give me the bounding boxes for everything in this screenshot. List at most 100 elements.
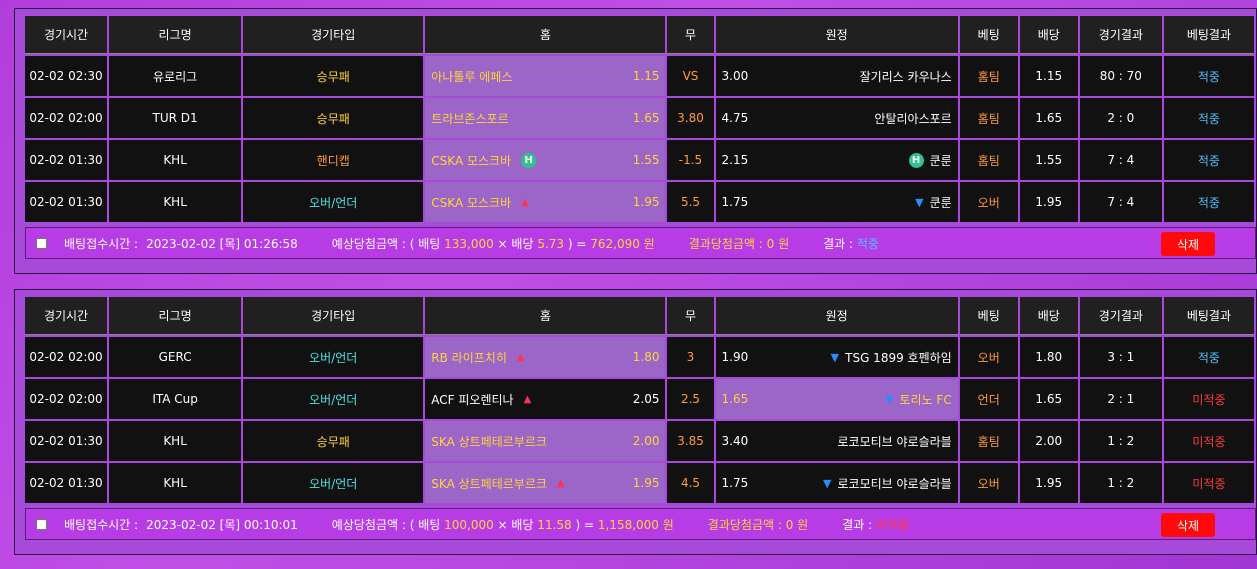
away-team-label: 쿤룬: [929, 153, 952, 168]
result-label: 결과 :: [842, 517, 876, 532]
bets-table: 경기시간 리그명 경기타입 홈 무 원정 베팅 배당 경기결과 베팅결과 02-02 02:30 유로…: [23, 14, 1256, 224]
select-checkbox[interactable]: [36, 518, 47, 530]
bet-result: 미적중: [1163, 421, 1254, 461]
bet-result: 적중: [1163, 182, 1254, 222]
bet-time: 배팅접수시간 : 2023-02-02 [목] 01:26:58: [64, 235, 298, 252]
win-amount: 결과당첨금액 : 0 원: [708, 516, 808, 533]
league-name: KHL: [109, 463, 242, 503]
select-checkbox[interactable]: [36, 237, 47, 249]
bet-time-value: 2023-02-02 [목] 01:26:58: [146, 236, 298, 251]
multiply-label: × 배당: [493, 517, 538, 532]
match-type: 오버/언더: [243, 182, 424, 222]
home-team-name: 아나톨루 에페스: [431, 68, 512, 85]
away-team-cell[interactable]: 3.00 잘기리스 카우나스: [715, 56, 958, 96]
away-team-cell[interactable]: 4.75 안탈리아스포르: [715, 98, 958, 138]
away-odds: 1.75: [721, 195, 749, 209]
expected-payout: 예상당첨금액 : ( 배팅 133,000 × 배당 5.73 ) = 762,…: [332, 235, 655, 252]
home-team-label: 트라브존스포르: [431, 111, 509, 126]
column-header: 경기타입: [243, 297, 424, 335]
home-team-cell[interactable]: RB 라이프치히 ▲ 1.80: [425, 337, 666, 377]
delete-button[interactable]: 삭제: [1161, 232, 1215, 256]
total-odds: 5.73: [537, 236, 565, 251]
match-type: 핸디캡: [243, 140, 424, 180]
away-team-cell[interactable]: 1.75 ▼ 로코모티브 야로슬라블: [715, 463, 958, 503]
home-team-cell[interactable]: ACF 피오렌티나 ▲ 2.05: [425, 379, 666, 419]
home-odds: 1.65: [632, 111, 660, 125]
away-team-cell[interactable]: 2.15 H 쿤룬: [715, 140, 958, 180]
arrow-up-icon: ▲: [516, 351, 525, 363]
header-row: 경기시간 리그명 경기타입 홈 무 원정 베팅 배당 경기결과 베팅결과: [25, 16, 1254, 54]
away-odds: 3.40: [721, 434, 749, 448]
delete-button[interactable]: 삭제: [1161, 513, 1215, 537]
away-team-cell[interactable]: 3.40 로코모티브 야로슬라블: [715, 421, 958, 461]
home-team-cell[interactable]: CSKA 모스크바 ▲ 1.95: [425, 182, 666, 222]
payout-value: 762,090 원: [590, 236, 655, 251]
away-team-label: 로코모티브 야로슬라블: [837, 476, 952, 491]
home-team-cell[interactable]: SKA 상트페테르부르크 2.00: [425, 421, 666, 461]
arrow-down-icon: ▼: [823, 476, 832, 490]
win-value: 0 원: [785, 517, 809, 532]
bet-amount: 100,000: [444, 517, 494, 532]
column-header: 홈: [425, 16, 666, 54]
match-time: 02-02 02:00: [25, 379, 108, 419]
multiply-label: × 배당: [493, 236, 538, 251]
league-name: 유로리그: [109, 56, 242, 96]
bet-time-label: 배팅접수시간 :: [64, 517, 139, 532]
away-team-wrap: 1.65 ▼ 토리노 FC: [716, 379, 958, 419]
away-team-wrap: 4.75 안탈리아스포르: [716, 98, 958, 138]
match-score: 1 : 2: [1079, 463, 1162, 503]
away-team-wrap: 1.90 ▼ TSG 1899 호펜하임: [716, 337, 958, 377]
bet-odds: 1.65: [1019, 379, 1078, 419]
home-team-name: SKA 상트페테르부르크: [431, 433, 547, 450]
arrow-down-icon: ▼: [885, 392, 894, 406]
bet-choice: 오버: [959, 337, 1018, 377]
home-team-wrap: 아나톨루 에페스 1.15: [425, 56, 665, 96]
home-team-cell[interactable]: CSKA 모스크바 H 1.55: [425, 140, 666, 180]
bet-time: 배팅접수시간 : 2023-02-02 [목] 00:10:01: [64, 516, 298, 533]
home-team-cell[interactable]: SKA 상트페테르부르크 ▲ 1.95: [425, 463, 666, 503]
away-team-cell[interactable]: 1.90 ▼ TSG 1899 호펜하임: [715, 337, 958, 377]
home-odds: 1.15: [632, 69, 660, 83]
match-type: 승무패: [243, 98, 424, 138]
column-header: 베팅: [959, 16, 1018, 54]
match-time: 02-02 01:30: [25, 182, 108, 222]
payout-value: 1,158,000 원: [597, 517, 674, 532]
league-name: ITA Cup: [109, 379, 242, 419]
win-label: 결과당첨금액 :: [707, 517, 786, 532]
expected-label: 예상당첨금액 : ( 배팅: [331, 517, 445, 532]
match-type: 오버/언더: [243, 337, 424, 377]
away-team-name: 잘기리스 카우나스: [860, 68, 952, 85]
bet-result: 미적중: [1163, 379, 1254, 419]
home-team-name: CSKA 모스크바 H: [431, 152, 537, 169]
bets-table: 경기시간 리그명 경기타입 홈 무 원정 베팅 배당 경기결과 베팅결과 02-02 02:00 GE…: [23, 295, 1256, 505]
home-team-cell[interactable]: 아나톨루 에페스 1.15: [425, 56, 666, 96]
match-score: 7 : 4: [1079, 182, 1162, 222]
home-team-label: SKA 상트페테르부르크: [431, 434, 547, 449]
match-type: 승무패: [243, 56, 424, 96]
match-score: 80 : 70: [1079, 56, 1162, 96]
bet-slip-1: 경기시간 리그명 경기타입 홈 무 원정 베팅 배당 경기결과 베팅결과 02-02 02:30 유로…: [14, 8, 1257, 274]
away-team-label: 잘기리스 카우나스: [859, 69, 952, 84]
away-team-cell[interactable]: 1.75 ▼ 쿤룬: [715, 182, 958, 222]
handicap-icon: H: [521, 152, 537, 168]
column-header: 원정: [715, 16, 958, 54]
away-team-wrap: 1.75 ▼ 쿤룬: [716, 182, 958, 222]
draw-cell: VS: [667, 56, 714, 96]
column-header: 리그명: [109, 297, 242, 335]
bet-result: 적중: [1163, 56, 1254, 96]
arrow-up-icon: ▲: [523, 393, 532, 405]
away-team-wrap: 3.40 로코모티브 야로슬라블: [716, 421, 958, 461]
home-team-label: ACF 피오렌티나: [431, 392, 514, 407]
home-team-name: 트라브존스포르: [431, 110, 508, 127]
away-team-wrap: 3.00 잘기리스 카우나스: [716, 56, 958, 96]
home-odds: 1.95: [632, 195, 660, 209]
expected-label: 예상당첨금액 : ( 배팅: [331, 236, 445, 251]
expected-payout: 예상당첨금액 : ( 배팅 100,000 × 배당 11.58 ) = 1,1…: [332, 516, 674, 533]
table-row: 02-02 02:30 유로리그 승무패 아나톨루 에페스 1.15 VS 3.00 잘기리스…: [25, 56, 1254, 96]
away-odds: 3.00: [721, 69, 749, 83]
match-type: 오버/언더: [243, 463, 424, 503]
draw-cell: 3.85: [667, 421, 714, 461]
home-odds: 2.00: [632, 434, 660, 448]
away-team-cell[interactable]: 1.65 ▼ 토리노 FC: [715, 379, 958, 419]
home-team-cell[interactable]: 트라브존스포르 1.65: [425, 98, 666, 138]
